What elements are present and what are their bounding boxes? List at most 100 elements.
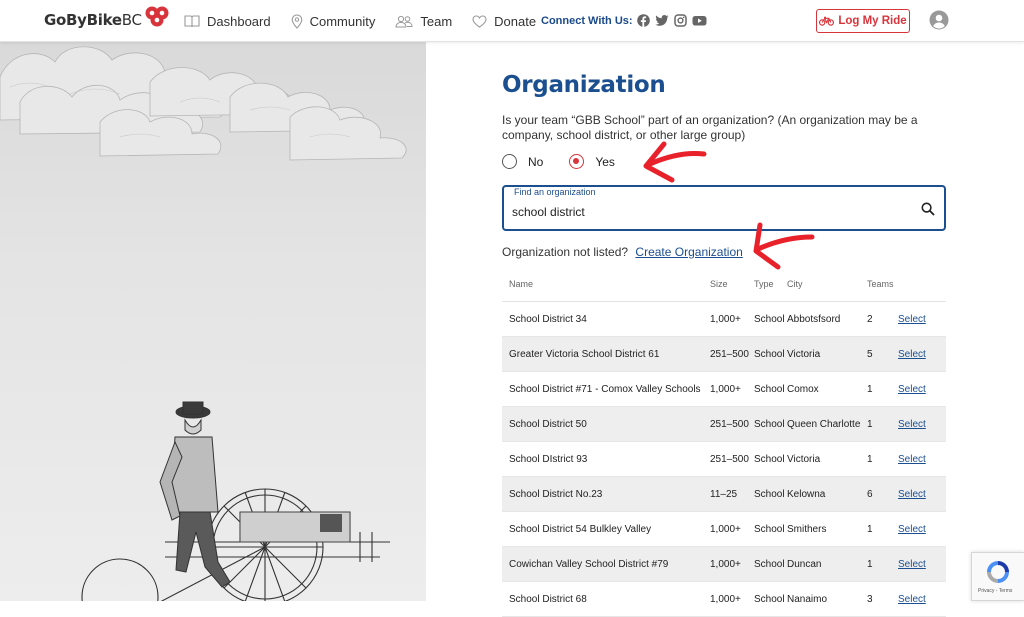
bike-chain-logo-icon xyxy=(145,6,169,27)
instagram-icon[interactable] xyxy=(674,14,687,27)
cell-size: 1,000+ xyxy=(710,558,741,570)
cell-name: School District #71 - Comox Valley Schoo… xyxy=(509,383,701,395)
cell-size: 251–500 xyxy=(710,418,749,430)
cell-city: Duncan xyxy=(787,558,822,570)
book-icon xyxy=(184,14,200,27)
cell-type: School xyxy=(754,418,785,430)
organization-table: Name Size Type City Teams School Distric… xyxy=(502,266,946,617)
cell-name: Greater Victoria School District 61 xyxy=(509,348,660,360)
select-cell: Select xyxy=(898,454,946,465)
cell-type: School xyxy=(754,383,785,395)
search-icon[interactable] xyxy=(921,202,935,216)
cloud-and-tricycle-sketch xyxy=(0,46,407,601)
cell-type: School xyxy=(754,313,785,325)
recaptcha-badge[interactable]: Privacy - Terms xyxy=(971,552,1024,601)
cell-teams: 2 xyxy=(867,313,873,325)
cell-name: Cowichan Valley School District #79 xyxy=(509,558,669,570)
cell-teams: 1 xyxy=(867,418,873,430)
cell-city: Comox xyxy=(787,383,819,395)
team-icon xyxy=(395,15,413,27)
main-nav: Dashboard Community Team Donate xyxy=(184,0,556,42)
cell-teams: 3 xyxy=(867,593,873,605)
cell-type: School xyxy=(754,488,785,500)
cell-city: Smithers xyxy=(787,523,827,535)
select-link[interactable]: Select xyxy=(898,594,926,605)
table-row: School District 50 251–500 School Queen Cha… xyxy=(502,407,946,442)
cell-city: Queen Charlotte xyxy=(787,418,861,430)
table-row: Cowichan Valley School District #79 1,000… xyxy=(502,547,946,582)
header-size: Size xyxy=(710,278,728,289)
log-my-ride-label: Log My Ride xyxy=(838,15,907,27)
nav-community[interactable]: Community xyxy=(291,13,376,29)
select-cell: Select xyxy=(898,594,946,605)
cell-name: School DIstrict 93 xyxy=(509,453,588,465)
cell-teams: 5 xyxy=(867,348,873,360)
radio-yes-circle[interactable] xyxy=(569,154,585,169)
recaptcha-icon xyxy=(987,561,1009,583)
nav-dashboard[interactable]: Dashboard xyxy=(184,14,271,29)
radio-no[interactable]: No xyxy=(502,154,543,169)
nav-team[interactable]: Team xyxy=(395,14,452,29)
nav-label: Donate xyxy=(494,13,537,29)
select-link[interactable]: Select xyxy=(898,489,926,500)
radio-no-circle[interactable] xyxy=(502,154,517,169)
cell-teams: 1 xyxy=(867,383,873,395)
select-cell: Select xyxy=(898,314,946,325)
select-link[interactable]: Select xyxy=(898,349,926,360)
nav-donate[interactable]: Donate xyxy=(472,14,536,29)
cell-type: School xyxy=(754,593,785,605)
not-listed-text: Organization not listed? xyxy=(502,245,629,259)
cell-city: Abbotsfsord xyxy=(787,313,841,325)
table-row: School District 34 1,000+ School Abbotsfsor… xyxy=(502,302,946,337)
gobybike-logo[interactable]: GoByBikeBC xyxy=(44,6,170,31)
select-link[interactable]: Select xyxy=(898,454,926,465)
organization-not-listed: Organization not listed? Create Organiza… xyxy=(502,245,743,259)
select-link[interactable]: Select xyxy=(898,384,926,395)
twitter-icon[interactable] xyxy=(655,14,669,27)
nav-label: Dashboard xyxy=(207,13,271,29)
radio-yes[interactable]: Yes xyxy=(569,154,615,169)
select-cell: Select xyxy=(898,559,946,570)
youtube-icon[interactable] xyxy=(692,14,707,27)
nav-label: Community xyxy=(309,13,376,29)
table-row: School District No.23 11–25 School Kelowna 6… xyxy=(502,477,946,512)
facebook-icon[interactable] xyxy=(637,14,650,27)
recaptcha-privacy-terms[interactable]: Privacy - Terms xyxy=(978,588,1012,594)
table-row: Greater Victoria School District 61 251–5… xyxy=(502,337,946,372)
select-link[interactable]: Select xyxy=(898,524,926,535)
nav-label: Team xyxy=(420,13,453,29)
hero-illustration xyxy=(0,42,426,601)
create-organization-link[interactable]: Create Organization xyxy=(635,245,742,259)
select-link[interactable]: Select xyxy=(898,314,926,325)
user-avatar-icon[interactable] xyxy=(929,10,949,35)
header-teams: Teams xyxy=(867,278,894,289)
cell-city: Victoria xyxy=(787,348,821,360)
bicycle-icon xyxy=(819,16,835,26)
cell-teams: 1 xyxy=(867,523,873,535)
cell-size: 11–25 xyxy=(710,488,738,500)
cell-city: Kelowna xyxy=(787,488,826,500)
select-link[interactable]: Select xyxy=(898,559,926,570)
radio-no-label: No xyxy=(528,154,544,169)
cell-type: School xyxy=(754,523,785,535)
connect-label: Connect With Us: xyxy=(541,15,633,27)
find-organization-label: Find an organization xyxy=(512,187,598,197)
find-organization-field[interactable]: Find an organization xyxy=(502,185,946,231)
find-organization-input[interactable] xyxy=(512,205,902,219)
cell-teams: 6 xyxy=(867,488,873,500)
header-type: Type xyxy=(754,278,774,289)
table-header: Name Size Type City Teams xyxy=(502,266,946,302)
table-row: School District #71 - Comox Valley Schoo… xyxy=(502,372,946,407)
radio-yes-label: Yes xyxy=(595,154,615,169)
table-row: School DIstrict 93 251–500 School Victoria 1… xyxy=(502,442,946,477)
annotation-arrow-yes xyxy=(643,141,707,183)
cell-teams: 1 xyxy=(867,558,873,570)
select-link[interactable]: Select xyxy=(898,419,926,430)
cell-size: 1,000+ xyxy=(710,523,741,535)
cell-city: Nanaimo xyxy=(787,593,828,605)
top-header: GoByBikeBC Dashboard Community Team Dona… xyxy=(0,0,1024,42)
header-name: Name xyxy=(509,278,534,289)
log-my-ride-button[interactable]: Log My Ride xyxy=(816,9,910,33)
logo-text: GoByBikeBC xyxy=(44,11,142,29)
organization-radio-group: No Yes xyxy=(502,154,641,169)
